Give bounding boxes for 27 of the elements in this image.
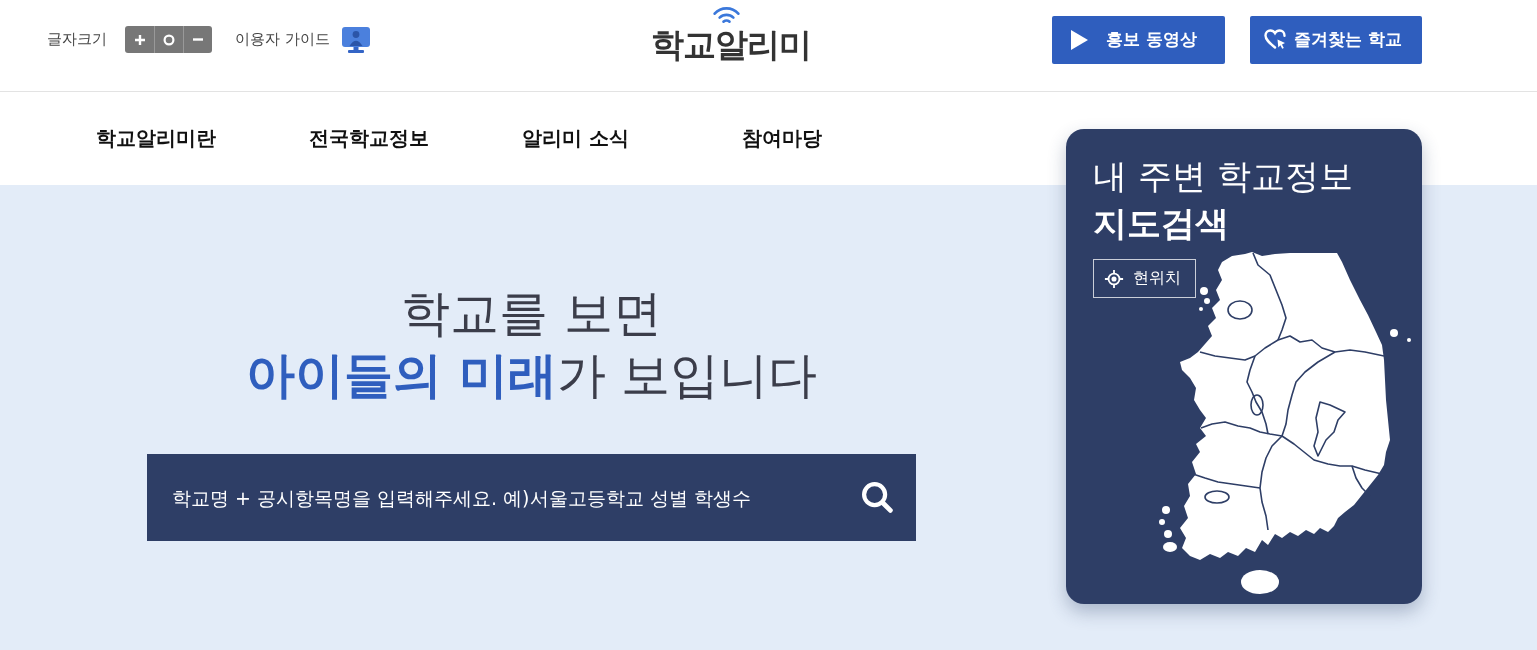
nav-link[interactable]: 참여마당 <box>742 125 955 152</box>
card-subtitle: 지도검색 <box>1093 202 1230 245</box>
search-button[interactable] <box>862 482 893 513</box>
hero-headline: 학교를 보면 아이들의 미래가 보입니다 <box>245 284 818 406</box>
site-logo[interactable]: 학교알리미 <box>651 6 811 65</box>
user-guide-link[interactable]: 이용자 가이드 <box>235 26 370 53</box>
play-icon <box>1071 29 1088 50</box>
nav-link[interactable]: 알리미 소식 <box>522 125 735 152</box>
nav-link[interactable]: 전국학교정보 <box>309 125 522 152</box>
minus-icon <box>192 38 204 41</box>
search-icon <box>862 482 893 513</box>
search-field[interactable]: 학교명 + 공시항목명을 입력해주세요. 예)서울고등학교 성별 학생수 <box>147 454 916 541</box>
heart-icon <box>1264 29 1286 50</box>
wifi-icon <box>712 6 740 23</box>
card-title: 내 주변 학교정보 <box>1093 155 1354 198</box>
font-increase-button[interactable] <box>125 26 154 53</box>
monitor-icon <box>341 26 370 53</box>
current-location-button[interactable]: 현위치 <box>1093 259 1196 298</box>
crosshair-icon <box>1104 268 1124 289</box>
nav-link[interactable]: 학교알리미란 <box>96 125 309 152</box>
favorite-schools-button[interactable]: 즐겨찾는 학교 <box>1250 15 1422 64</box>
font-decrease-button[interactable] <box>183 26 212 53</box>
font-reset-button[interactable] <box>154 26 183 53</box>
promo-video-button[interactable]: 홍보 동영상 <box>1052 15 1225 64</box>
font-size-label: 글자크기 <box>47 30 107 49</box>
plus-icon <box>133 33 146 46</box>
circle-icon <box>163 33 175 46</box>
